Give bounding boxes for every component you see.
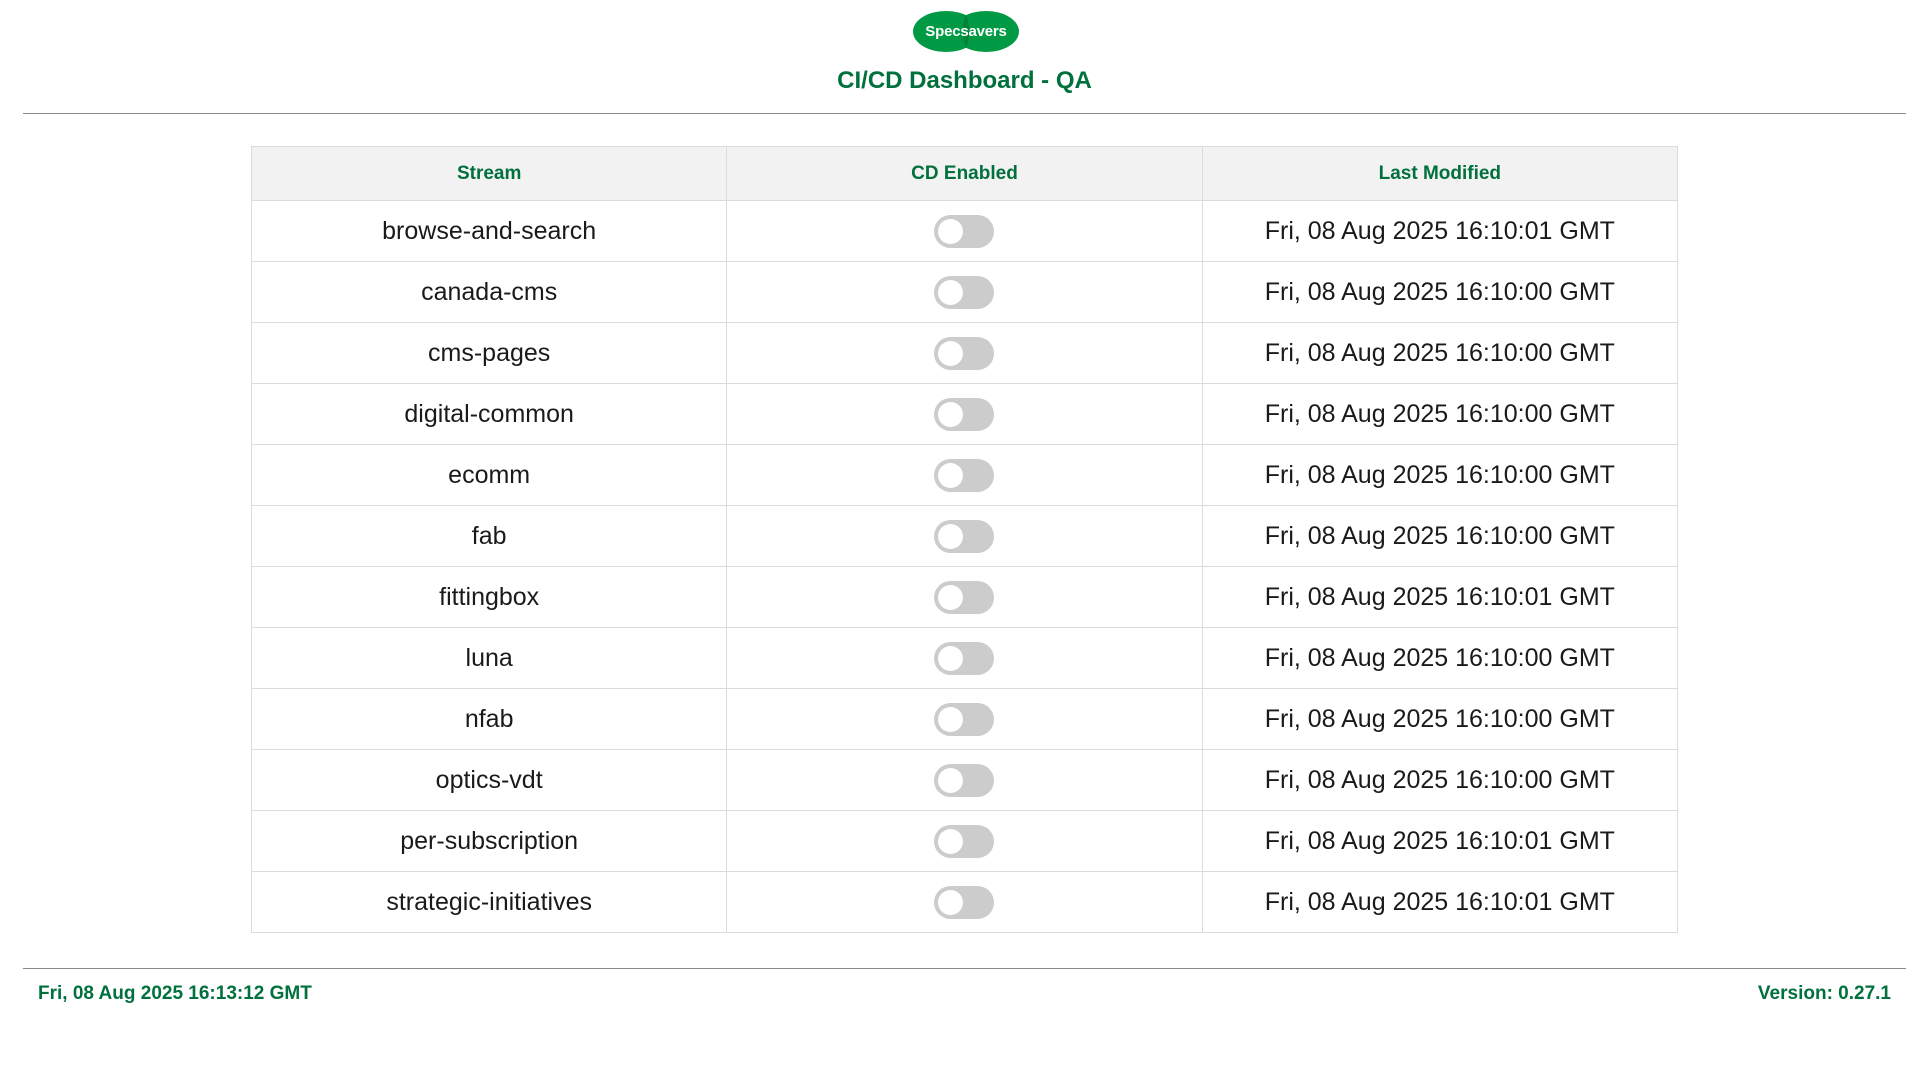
toggle-knob <box>938 889 964 915</box>
cd-enabled-cell <box>726 566 1203 628</box>
table-row: fab Fri, 08 Aug 2025 16:10:00 GMT <box>250 505 1679 567</box>
version-label: Version: 0.27.1 <box>1757 983 1891 1004</box>
table-body: browse-and-search Fri, 08 Aug 2025 16:10:… <box>250 200 1679 933</box>
page-header: Specsavers CI/CD Dashboard - QA <box>23 0 1906 114</box>
stream-name-cell: digital-common <box>250 383 728 445</box>
column-header-last-modified: Last Modified <box>1201 146 1679 201</box>
last-modified-cell: Fri, 08 Aug 2025 16:10:01 GMT <box>1201 566 1679 628</box>
toggle-knob <box>938 462 964 488</box>
cd-enabled-toggle[interactable] <box>934 519 995 553</box>
toggle-knob <box>938 401 964 427</box>
last-modified-cell: Fri, 08 Aug 2025 16:10:00 GMT <box>1201 261 1679 323</box>
cd-enabled-toggle[interactable] <box>934 275 995 309</box>
cd-enabled-toggle[interactable] <box>934 824 995 858</box>
last-modified-cell: Fri, 08 Aug 2025 16:10:01 GMT <box>1201 871 1679 933</box>
cd-enabled-toggle[interactable] <box>934 397 995 431</box>
toggle-knob <box>938 279 964 305</box>
stream-name-cell: cms-pages <box>250 322 728 384</box>
cd-enabled-toggle[interactable] <box>934 885 995 919</box>
toggle-knob <box>938 767 964 793</box>
stream-name-cell: fab <box>250 505 728 567</box>
cd-enabled-cell <box>726 688 1203 750</box>
cd-enabled-toggle[interactable] <box>934 458 995 492</box>
stream-name-cell: fittingbox <box>250 566 728 628</box>
table-row: nfab Fri, 08 Aug 2025 16:10:00 GMT <box>250 688 1679 750</box>
table-row: browse-and-search Fri, 08 Aug 2025 16:10:… <box>250 200 1679 262</box>
table-row: per-subscription Fri, 08 Aug 2025 16:10:0… <box>250 810 1679 872</box>
cd-enabled-cell <box>726 200 1203 262</box>
last-modified-cell: Fri, 08 Aug 2025 16:10:01 GMT <box>1201 810 1679 872</box>
toggle-knob <box>938 340 964 366</box>
cd-enabled-cell <box>726 383 1203 445</box>
table-row: luna Fri, 08 Aug 2025 16:10:00 GMT <box>250 627 1679 689</box>
table-row: strategic-initiatives Fri, 08 Aug 2025 16… <box>250 871 1679 933</box>
cd-enabled-cell <box>726 749 1203 811</box>
stream-name-cell: strategic-initiatives <box>250 871 728 933</box>
stream-name-cell: canada-cms <box>250 261 728 323</box>
stream-name-cell: per-subscription <box>250 810 728 872</box>
cd-enabled-cell <box>726 810 1203 872</box>
page-footer: Fri, 08 Aug 2025 16:13:12 GMT Version: 0… <box>23 968 1906 1029</box>
cd-enabled-toggle[interactable] <box>934 641 995 675</box>
table-header-row: Stream CD Enabled Last Modified <box>250 146 1679 201</box>
stream-name-cell: browse-and-search <box>250 200 728 262</box>
last-modified-cell: Fri, 08 Aug 2025 16:10:01 GMT <box>1201 200 1679 262</box>
streams-table-container: Stream CD Enabled Last Modified browse-a… <box>250 146 1679 933</box>
table-row: fittingbox Fri, 08 Aug 2025 16:10:01 GMT <box>250 566 1679 628</box>
last-modified-cell: Fri, 08 Aug 2025 16:10:00 GMT <box>1201 627 1679 689</box>
stream-name-cell: ecomm <box>250 444 728 506</box>
table-row: digital-common Fri, 08 Aug 2025 16:10:00 … <box>250 383 1679 445</box>
cd-enabled-toggle[interactable] <box>934 580 995 614</box>
cd-enabled-toggle[interactable] <box>934 702 995 736</box>
toggle-knob <box>938 706 964 732</box>
last-modified-cell: Fri, 08 Aug 2025 16:10:00 GMT <box>1201 322 1679 384</box>
cd-enabled-cell <box>726 322 1203 384</box>
table-row: cms-pages Fri, 08 Aug 2025 16:10:00 GMT <box>250 322 1679 384</box>
cd-enabled-cell <box>726 627 1203 689</box>
last-modified-cell: Fri, 08 Aug 2025 16:10:00 GMT <box>1201 688 1679 750</box>
cd-enabled-cell <box>726 444 1203 506</box>
toggle-knob <box>938 645 964 671</box>
table-row: optics-vdt Fri, 08 Aug 2025 16:10:00 GMT <box>250 749 1679 811</box>
table-row: ecomm Fri, 08 Aug 2025 16:10:00 GMT <box>250 444 1679 506</box>
dashboard-page: Specsavers CI/CD Dashboard - QA Stream C… <box>0 0 1920 1080</box>
last-modified-cell: Fri, 08 Aug 2025 16:10:00 GMT <box>1201 505 1679 567</box>
specsavers-logo: Specsavers <box>913 11 1019 52</box>
last-modified-cell: Fri, 08 Aug 2025 16:10:00 GMT <box>1201 749 1679 811</box>
stream-name-cell: nfab <box>250 688 728 750</box>
toggle-knob <box>938 828 964 854</box>
toggle-knob <box>938 584 964 610</box>
toggle-knob <box>938 523 964 549</box>
toggle-knob <box>938 218 964 244</box>
current-timestamp: Fri, 08 Aug 2025 16:13:12 GMT <box>38 983 312 1004</box>
streams-table: Stream CD Enabled Last Modified browse-a… <box>250 146 1679 933</box>
stream-name-cell: luna <box>250 627 728 689</box>
table-row: canada-cms Fri, 08 Aug 2025 16:10:00 GMT <box>250 261 1679 323</box>
last-modified-cell: Fri, 08 Aug 2025 16:10:00 GMT <box>1201 444 1679 506</box>
cd-enabled-cell <box>726 871 1203 933</box>
cd-enabled-toggle[interactable] <box>934 336 995 370</box>
stream-name-cell: optics-vdt <box>250 749 728 811</box>
cd-enabled-toggle[interactable] <box>934 214 995 248</box>
cd-enabled-toggle[interactable] <box>934 763 995 797</box>
cd-enabled-cell <box>726 505 1203 567</box>
page-title: CI/CD Dashboard - QA <box>837 67 1092 94</box>
logo-text: Specsavers <box>925 23 1007 40</box>
column-header-stream: Stream <box>250 146 728 201</box>
column-header-cd-enabled: CD Enabled <box>726 146 1203 201</box>
last-modified-cell: Fri, 08 Aug 2025 16:10:00 GMT <box>1201 383 1679 445</box>
cd-enabled-cell <box>726 261 1203 323</box>
